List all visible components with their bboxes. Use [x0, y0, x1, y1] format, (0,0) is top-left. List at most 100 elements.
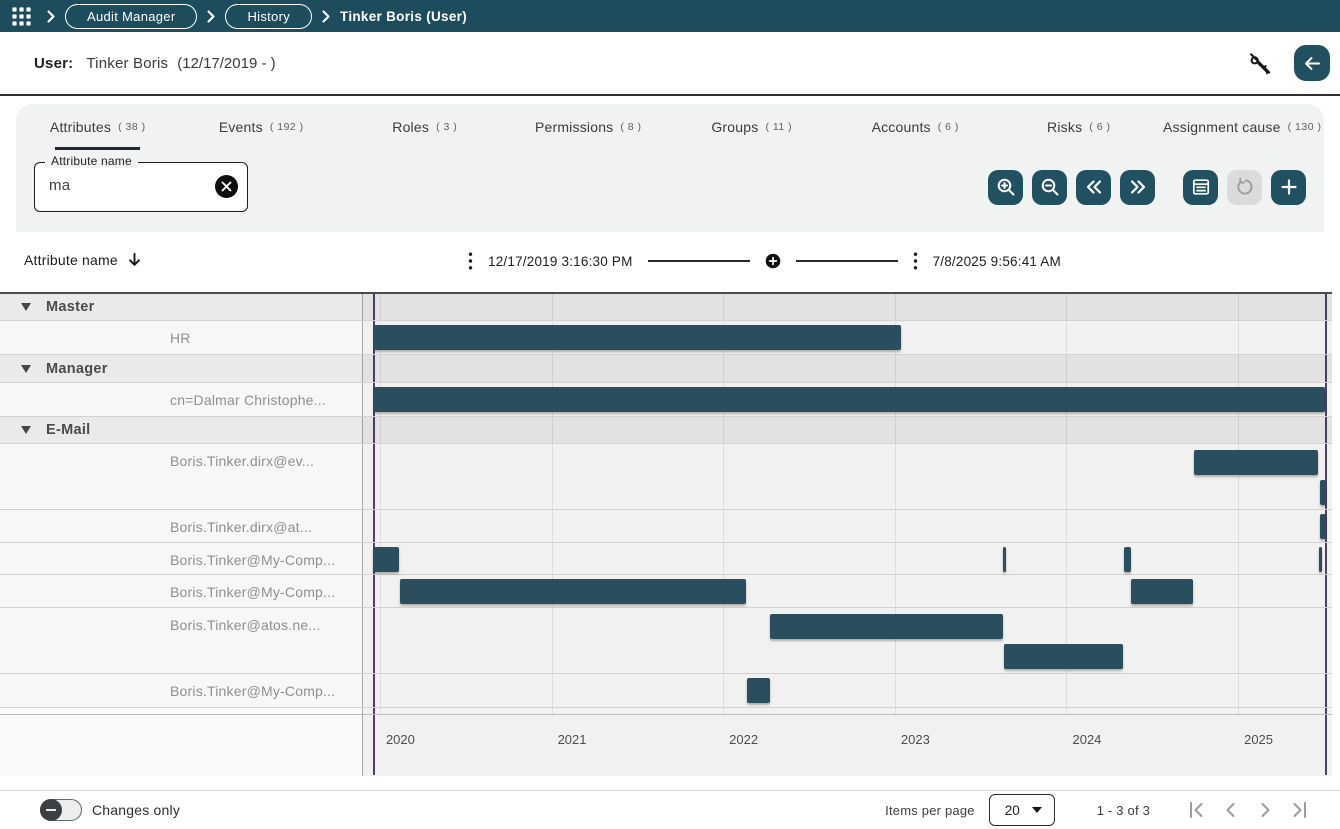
- select-caret-icon: [1032, 807, 1042, 813]
- gantt-bar[interactable]: [374, 325, 901, 350]
- tab-roles[interactable]: Roles( 3 ): [343, 104, 507, 150]
- gantt-bar[interactable]: [1124, 547, 1131, 572]
- tab-label: Groups: [711, 119, 758, 135]
- apps-grid-icon[interactable]: [12, 7, 31, 26]
- gantt-group-row[interactable]: Master: [0, 294, 1332, 321]
- breadcrumb-history[interactable]: History: [225, 4, 312, 29]
- first-page-button[interactable]: [1182, 795, 1212, 825]
- tab-label: Events: [219, 119, 263, 135]
- gantt-bar[interactable]: [1320, 480, 1326, 505]
- gantt-bar[interactable]: [770, 614, 1003, 639]
- tab-attributes[interactable]: Attributes( 38 ): [16, 104, 180, 150]
- gantt-bar[interactable]: [1319, 547, 1322, 572]
- start-date-menu-icon[interactable]: [468, 252, 473, 270]
- gantt-bar[interactable]: [1131, 579, 1193, 604]
- gantt-rows: MasterHRManagercn=Dalmar Christophe...E-…: [0, 294, 1332, 708]
- key-off-icon[interactable]: [1247, 50, 1274, 77]
- timeline-end-date: 7/8/2025 9:56:41 AM: [933, 254, 1061, 269]
- gantt-item-row: cn=Dalmar Christophe...: [0, 383, 1332, 417]
- zoom-in-button[interactable]: [988, 170, 1023, 205]
- step-forward-button[interactable]: [1120, 170, 1155, 205]
- collapse-caret-icon[interactable]: [21, 365, 31, 373]
- tab-assignment-cause[interactable]: Assignment cause( 130 ): [1161, 104, 1325, 150]
- attribute-history-gantt: 202020212022202320242025 MasterHRManager…: [0, 292, 1332, 776]
- user-name: Tinker Boris: [86, 55, 168, 72]
- add-marker-icon[interactable]: [765, 253, 781, 269]
- row-label-cell: Boris.Tinker@My-Comp...: [0, 543, 362, 574]
- items-per-page-label: Items per page: [885, 803, 975, 818]
- breadcrumb-audit-manager[interactable]: Audit Manager: [65, 4, 197, 29]
- tab-permissions[interactable]: Permissions( 8 ): [507, 104, 671, 150]
- gantt-group-row[interactable]: E-Mail: [0, 417, 1332, 444]
- user-validity-period: (12/17/2019 - ): [177, 55, 275, 72]
- toggle-minus-icon: [46, 809, 56, 811]
- pagination-controls: [1182, 795, 1314, 825]
- gantt-bar[interactable]: [747, 678, 770, 703]
- last-page-button[interactable]: [1284, 795, 1314, 825]
- gantt-group-row[interactable]: Manager: [0, 355, 1332, 383]
- attribute-value-label: Boris.Tinker.dirx@ev...: [170, 453, 314, 509]
- changes-only-toggle[interactable]: [40, 799, 82, 821]
- tab-risks[interactable]: Risks( 6 ): [997, 104, 1161, 150]
- timeline-toolbar: [979, 170, 1306, 205]
- timeline-range: 12/17/2019 3:16:30 PM 7/8/2025 9:56:41 A…: [468, 246, 1061, 276]
- collapse-caret-icon[interactable]: [21, 426, 31, 434]
- attribute-value-label: Boris.Tinker@My-Comp...: [170, 584, 335, 607]
- group-label: Master: [46, 299, 95, 315]
- row-timeline-cell: [362, 543, 1332, 574]
- back-button[interactable]: [1294, 45, 1330, 81]
- attribute-name-filter-field[interactable]: Attribute name ma: [34, 162, 248, 212]
- gantt-item-row: Boris.Tinker.dirx@ev...: [0, 444, 1332, 510]
- attribute-value-label: Boris.Tinker.dirx@at...: [170, 519, 312, 542]
- gantt-bar[interactable]: [400, 579, 746, 604]
- items-per-page-select[interactable]: 20: [989, 794, 1055, 826]
- attribute-value-label: Boris.Tinker@My-Comp...: [170, 552, 335, 574]
- row-timeline-cell: [362, 383, 1332, 416]
- attribute-name-filter-label: Attribute name: [45, 154, 138, 168]
- row-timeline-cell: [362, 674, 1332, 707]
- tab-count: ( 6 ): [938, 121, 959, 133]
- gantt-item-row: Boris.Tinker@My-Comp...: [0, 543, 1332, 575]
- breadcrumb-current: Tinker Boris (User): [340, 9, 467, 24]
- footer-bar: Changes only Items per page 20 1 - 3 of …: [0, 790, 1340, 829]
- collapse-caret-icon[interactable]: [21, 303, 31, 311]
- changes-only-label: Changes only: [92, 802, 180, 818]
- clear-filter-button[interactable]: [215, 175, 238, 198]
- row-timeline-cell: [362, 608, 1332, 673]
- sort-control[interactable]: Attribute name: [24, 251, 143, 268]
- gantt-axis-left-spacer: [0, 715, 362, 776]
- zoom-out-button[interactable]: [1032, 170, 1067, 205]
- add-button[interactable]: [1271, 170, 1306, 205]
- gantt-bar[interactable]: [1320, 514, 1326, 539]
- gantt-item-row: Boris.Tinker@My-Comp...: [0, 674, 1332, 708]
- tab-groups[interactable]: Groups ( 11 ): [670, 104, 834, 150]
- table-view-button[interactable]: [1183, 170, 1218, 205]
- attribute-value-label: Boris.Tinker@My-Comp...: [170, 683, 335, 707]
- prev-page-button[interactable]: [1216, 795, 1246, 825]
- tab-accounts[interactable]: Accounts( 6 ): [834, 104, 998, 150]
- gantt-bar[interactable]: [1194, 450, 1318, 475]
- tab-events[interactable]: Events( 192 ): [180, 104, 344, 150]
- row-label-cell: E-Mail: [0, 422, 362, 438]
- gantt-bar[interactable]: [373, 547, 399, 572]
- next-page-button[interactable]: [1250, 795, 1280, 825]
- row-label-cell: Boris.Tinker@atos.ne...: [0, 608, 362, 673]
- row-label-cell: Boris.Tinker.dirx@ev...: [0, 444, 362, 509]
- audit-manager-history-page: Audit Manager History Tinker Boris (User…: [0, 0, 1340, 829]
- attribute-name-filter-value[interactable]: ma: [49, 177, 70, 194]
- gantt-year-axis: [0, 714, 1332, 776]
- user-header: User: Tinker Boris (12/17/2019 - ): [0, 32, 1340, 96]
- tab-count: ( 11 ): [765, 121, 792, 133]
- tabs-filter-panel: Attributes( 38 )Events( 192 )Roles( 3 )P…: [16, 104, 1324, 232]
- row-label-cell: Boris.Tinker@My-Comp...: [0, 674, 362, 707]
- row-label-cell: Boris.Tinker@My-Comp...: [0, 575, 362, 607]
- gantt-bar[interactable]: [1004, 644, 1123, 669]
- gantt-bar[interactable]: [374, 387, 1325, 412]
- gantt-bar[interactable]: [1003, 547, 1006, 572]
- timeline-start-date: 12/17/2019 3:16:30 PM: [488, 254, 633, 269]
- step-backward-button[interactable]: [1076, 170, 1111, 205]
- tab-label: Attributes: [50, 119, 111, 135]
- end-date-menu-icon[interactable]: [913, 252, 918, 270]
- timeline-line: [648, 260, 750, 262]
- pagination-range-label: 1 - 3 of 3: [1097, 803, 1150, 818]
